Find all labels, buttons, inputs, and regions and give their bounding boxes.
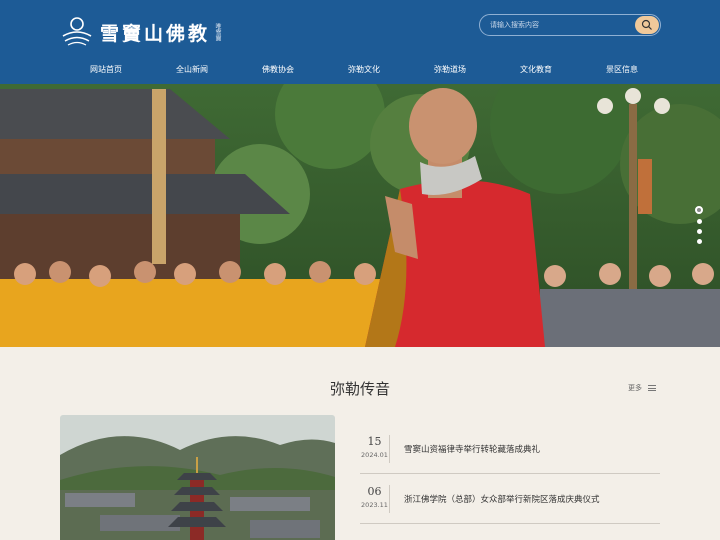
nav-maitreya-temple[interactable]: 弥勒道场: [408, 62, 492, 78]
banner-image: [0, 84, 720, 347]
nav-maitreya-culture[interactable]: 弥勒文化: [322, 62, 406, 78]
site-logo[interactable]: 雪竇山佛教 唯雪竇: [60, 14, 221, 50]
news-year-month: 2023.11: [361, 500, 388, 509]
search-input[interactable]: [480, 15, 630, 35]
logo-small-text: 唯雪竇: [214, 23, 222, 41]
temple-aerial-image: [60, 415, 335, 540]
nav-education[interactable]: 文化教育: [494, 62, 578, 78]
news-date: 15 2024.01: [360, 434, 390, 463]
search-icon: [641, 19, 652, 30]
featured-photo[interactable]: [60, 415, 335, 540]
news-day: 15: [367, 434, 382, 448]
nav-home[interactable]: 网站首页: [64, 62, 148, 78]
more-label: 更多: [628, 384, 642, 392]
news-item[interactable]: 15 2024.01 雪窦山资福律寺举行转轮藏落成典礼: [360, 424, 660, 474]
logo-text: 雪竇山佛教: [100, 22, 211, 45]
news-title[interactable]: 雪窦山资福律寺举行转轮藏落成典礼: [404, 443, 540, 455]
news-day: 06: [367, 484, 382, 498]
banner-dot-2[interactable]: [696, 219, 702, 224]
section-title: 弥勒传音: [329, 380, 390, 398]
news-year-month: 2024.01: [361, 450, 388, 459]
nav-scenic-info[interactable]: 景区信息: [580, 62, 664, 78]
news-date: 06 2023.11: [360, 484, 390, 513]
menu-lines-icon: [648, 385, 656, 391]
search-box: [479, 14, 661, 36]
site-header: 雪竇山佛教 唯雪竇 网站首页 全山新闻 佛教协会 弥勒文化 弥勒道场 文化教育 …: [0, 0, 720, 84]
lotus-logo-icon: [62, 17, 92, 46]
banner-dot-1[interactable]: [695, 206, 703, 214]
banner-dot-4[interactable]: [696, 239, 702, 244]
search-button[interactable]: [635, 16, 659, 34]
hero-banner[interactable]: [0, 84, 720, 347]
nav-association[interactable]: 佛教协会: [236, 62, 320, 78]
banner-pagination: [695, 206, 703, 249]
news-item[interactable]: 06 2023.11 浙江佛学院（总部）女众部举行新院区落成庆典仪式: [360, 474, 660, 524]
nav-news[interactable]: 全山新闻: [150, 62, 234, 78]
banner-dot-3[interactable]: [696, 229, 702, 234]
main-nav: 网站首页 全山新闻 佛教协会 弥勒文化 弥勒道场 文化教育 景区信息: [64, 62, 664, 78]
more-link[interactable]: 更多: [628, 383, 656, 393]
news-list: 15 2024.01 雪窦山资福律寺举行转轮藏落成典礼 06 2023.11 浙…: [360, 424, 660, 524]
news-title[interactable]: 浙江佛学院（总部）女众部举行新院区落成庆典仪式: [404, 493, 600, 505]
